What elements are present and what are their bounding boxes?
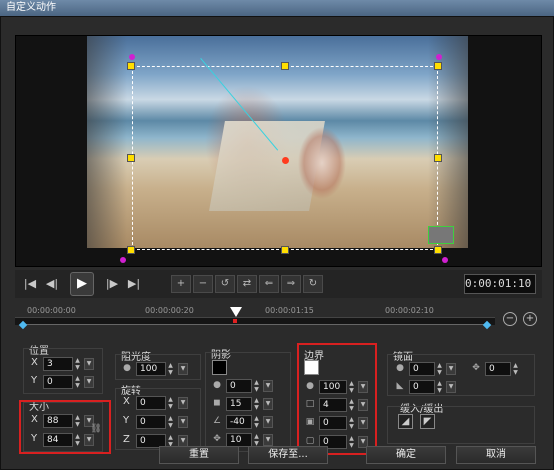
shadow-blur-icon: ◼ [213, 398, 221, 408]
tick-label: 00:00:02:10 [385, 306, 434, 315]
tick-label: 00:00:00:20 [145, 306, 194, 315]
rotation-x-input[interactable]: 0 [136, 396, 166, 410]
go-to-end-icon[interactable]: ▶| [125, 275, 143, 293]
ok-button[interactable]: 确定 [366, 446, 446, 464]
cancel-button[interactable]: 取消 [456, 446, 536, 464]
mirror-fade-stepper[interactable]: ▲ ▼ [435, 380, 444, 394]
size-highlight [19, 400, 111, 454]
add-keyframe-icon[interactable]: + [171, 275, 191, 293]
reset-button[interactable]: 重置 [159, 446, 239, 464]
position-x-input[interactable]: 3 [43, 357, 73, 371]
fade-out-icon[interactable]: ◤ [420, 414, 435, 429]
reverse-keyframes-icon[interactable]: ↺ [215, 275, 235, 293]
position-y-stepper[interactable]: ▲ ▼ [73, 375, 82, 389]
shadow-blur-input[interactable]: 15 [226, 397, 252, 411]
properties-panel: 位置 X 3 ▲ ▼ ▼ Y 0 ▲ ▼ ▼ 大小 X 88 ▲ ▼ ▼ Y 84 ▲… [15, 340, 542, 458]
rotation-x-menu[interactable]: ▼ [178, 397, 188, 409]
rotation-y-stepper[interactable]: ▲ ▼ [166, 415, 175, 429]
pip-thumbnail[interactable] [428, 226, 454, 244]
rotation-x-stepper[interactable]: ▲ ▼ [166, 396, 175, 410]
shadow-distance-stepper[interactable]: ▲ ▼ [252, 433, 261, 447]
resize-handle-mr[interactable] [434, 154, 442, 162]
mirror-opacity-stepper[interactable]: ▲ ▼ [435, 362, 444, 376]
mirror-opacity-icon: ● [396, 363, 404, 373]
go-to-start-icon[interactable]: |◀ [21, 275, 39, 293]
save-to-button[interactable]: 保存至... [248, 446, 328, 464]
rotation-x-label: X [123, 396, 130, 407]
timecode-display[interactable]: 0:00:01:10 [464, 274, 536, 294]
position-y-menu[interactable]: ▼ [84, 376, 94, 388]
mirror-distance-stepper[interactable]: ▲ ▼ [511, 362, 520, 376]
corner-handle-bl[interactable] [120, 257, 126, 263]
shadow-opacity-menu[interactable]: ▼ [263, 380, 273, 392]
preview-area [15, 35, 542, 267]
next-frame-icon[interactable]: |▶ [103, 275, 121, 293]
playback-bar: |◀ ◀| ▶ |▶ ▶| + − ↺ ⇄ ⇐ ⇒ ↻ 0:00:01:10 [15, 270, 542, 298]
mirror-distance-icon: ✥ [472, 363, 480, 373]
mirror-opacity-input[interactable]: 0 [409, 362, 435, 376]
previous-keyframe-icon[interactable]: ⇐ [259, 275, 279, 293]
shadow-blur-stepper[interactable]: ▲ ▼ [252, 397, 261, 411]
border-highlight [297, 343, 377, 455]
next-keyframe-icon[interactable]: ⇒ [281, 275, 301, 293]
rotation-y-menu[interactable]: ▼ [178, 416, 188, 428]
shadow-distance-menu[interactable]: ▼ [263, 434, 273, 446]
copy-keyframe-icon[interactable]: ↻ [303, 275, 323, 293]
resize-handle-tr[interactable] [434, 62, 442, 70]
opacity-icon: ● [123, 363, 131, 373]
dialog-frame: |◀ ◀| ▶ |▶ ▶| + − ↺ ⇄ ⇐ ⇒ ↻ 0:00:01:10 0… [0, 16, 554, 470]
shadow-distance-input[interactable]: 10 [226, 433, 252, 447]
shadow-opacity-input[interactable]: 0 [226, 379, 252, 393]
tick-label: 00:00:01:15 [265, 306, 314, 315]
shadow-color-swatch[interactable] [212, 360, 227, 375]
zoom-out-icon[interactable]: − [503, 312, 517, 326]
timeline: 00:00:00:00 00:00:00:20 00:00:01:15 00:0… [15, 302, 542, 340]
resize-handle-tm[interactable] [281, 62, 289, 70]
tick-label: 00:00:00:00 [27, 306, 76, 315]
shadow-angle-stepper[interactable]: ▲ ▼ [252, 415, 261, 429]
window-title: 自定义动作 [0, 0, 554, 16]
mirror-fade-input[interactable]: 0 [409, 380, 435, 394]
position-x-menu[interactable]: ▼ [84, 358, 94, 370]
shadow-angle-menu[interactable]: ▼ [263, 416, 273, 428]
previous-frame-icon[interactable]: ◀| [43, 275, 61, 293]
opacity-menu[interactable]: ▼ [178, 363, 188, 375]
shadow-blur-menu[interactable]: ▼ [263, 398, 273, 410]
resize-handle-bl[interactable] [127, 246, 135, 254]
resize-handle-bm[interactable] [281, 246, 289, 254]
resize-handle-tl[interactable] [127, 62, 135, 70]
corner-handle-tr[interactable] [436, 54, 442, 60]
zoom-in-icon[interactable]: + [523, 312, 537, 326]
rotation-z-label: Z [123, 434, 130, 445]
fade-in-icon[interactable]: ◢ [398, 414, 413, 429]
position-y-label: Y [31, 375, 38, 386]
rotation-y-label: Y [123, 415, 130, 426]
mirror-fade-menu[interactable]: ▼ [446, 381, 456, 393]
shadow-angle-icon: ∠ [212, 416, 222, 426]
position-x-stepper[interactable]: ▲ ▼ [73, 357, 82, 371]
opacity-stepper[interactable]: ▲ ▼ [166, 362, 175, 376]
corner-handle-tl[interactable] [129, 54, 135, 60]
position-y-input[interactable]: 0 [43, 375, 73, 389]
playhead-marker[interactable] [230, 307, 242, 317]
shadow-angle-input[interactable]: -40 [226, 415, 252, 429]
shadow-opacity-stepper[interactable]: ▲ ▼ [252, 379, 261, 393]
remove-keyframe-icon[interactable]: − [193, 275, 213, 293]
opacity-input[interactable]: 100 [136, 362, 166, 376]
rotation-y-input[interactable]: 0 [136, 415, 166, 429]
shadow-opacity-icon: ● [213, 380, 221, 390]
mirror-opacity-menu[interactable]: ▼ [446, 363, 456, 375]
position-x-label: X [31, 357, 38, 368]
mirror-fade-icon: ◣ [396, 381, 404, 391]
resize-handle-ml[interactable] [127, 154, 135, 162]
play-button[interactable]: ▶ [70, 272, 94, 296]
playhead-position [233, 319, 237, 323]
swap-keyframes-icon[interactable]: ⇄ [237, 275, 257, 293]
resize-handle-br[interactable] [434, 246, 442, 254]
mirror-distance-input[interactable]: 0 [485, 362, 511, 376]
shadow-distance-icon: ✥ [213, 434, 221, 444]
corner-handle-br[interactable] [442, 257, 448, 263]
pivot-point[interactable] [282, 157, 289, 164]
